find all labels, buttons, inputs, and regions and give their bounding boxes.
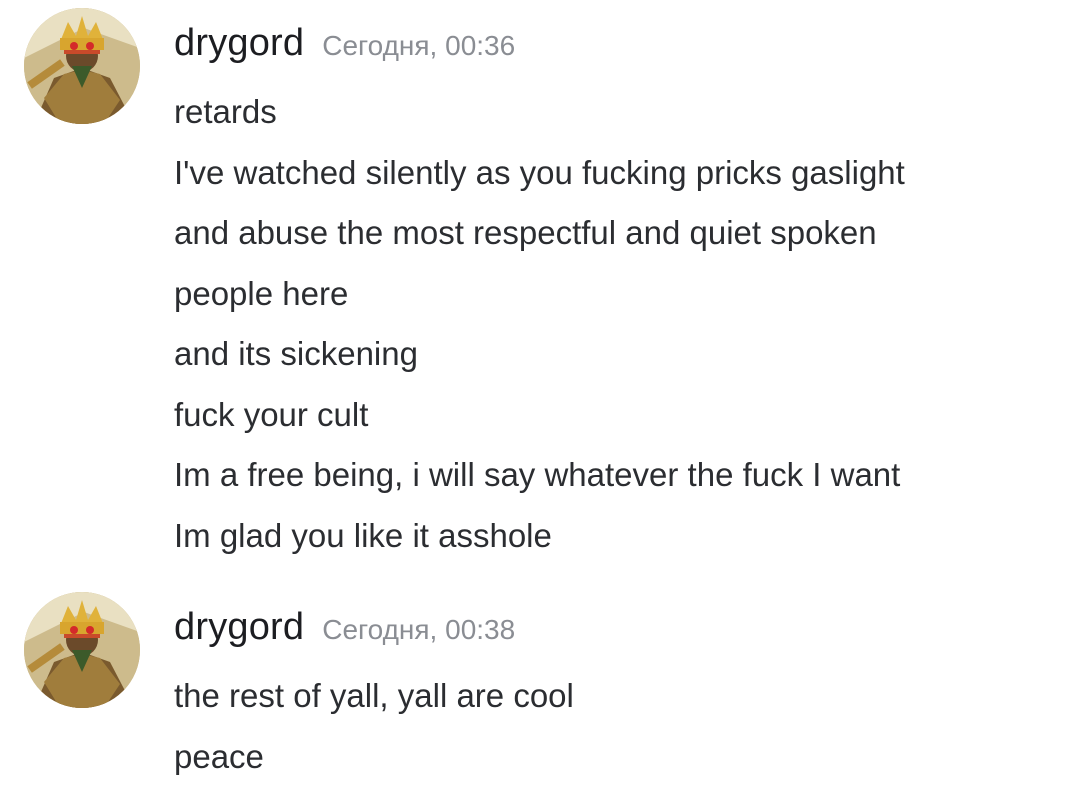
message-line: and abuse the most respectful and quiet … — [174, 214, 877, 251]
message-line: retards — [174, 93, 277, 130]
avatar[interactable] — [24, 592, 140, 708]
message-line: fuck your cult — [174, 395, 369, 433]
message-header: drygord Сегодня, 00:38 — [174, 606, 515, 656]
message-line: and its sickening — [174, 335, 418, 372]
message-line: peace — [174, 737, 264, 775]
username[interactable]: drygord — [174, 22, 304, 65]
username[interactable]: drygord — [174, 606, 304, 649]
avatar[interactable] — [24, 8, 140, 124]
message-body: the rest of yall, yall are cool peace — [174, 666, 1054, 787]
message-header: drygord Сегодня, 00:36 — [174, 22, 515, 72]
message-line: people here — [174, 274, 349, 312]
message-body: retards I've watched silently as you fuc… — [174, 82, 1054, 566]
timestamp: Сегодня, 00:36 — [322, 30, 516, 61]
crowned-warrior-avatar-icon — [24, 8, 140, 124]
message-line: Im a free being, i will say whatever the… — [174, 456, 901, 493]
timestamp: Сегодня, 00:38 — [322, 614, 516, 645]
message-line: I've watched silently as you fucking pri… — [174, 153, 905, 191]
message-line: Im glad you like it asshole — [174, 516, 552, 554]
crowned-warrior-avatar-icon — [24, 592, 140, 708]
message-line: the rest of yall, yall are cool — [174, 677, 574, 714]
